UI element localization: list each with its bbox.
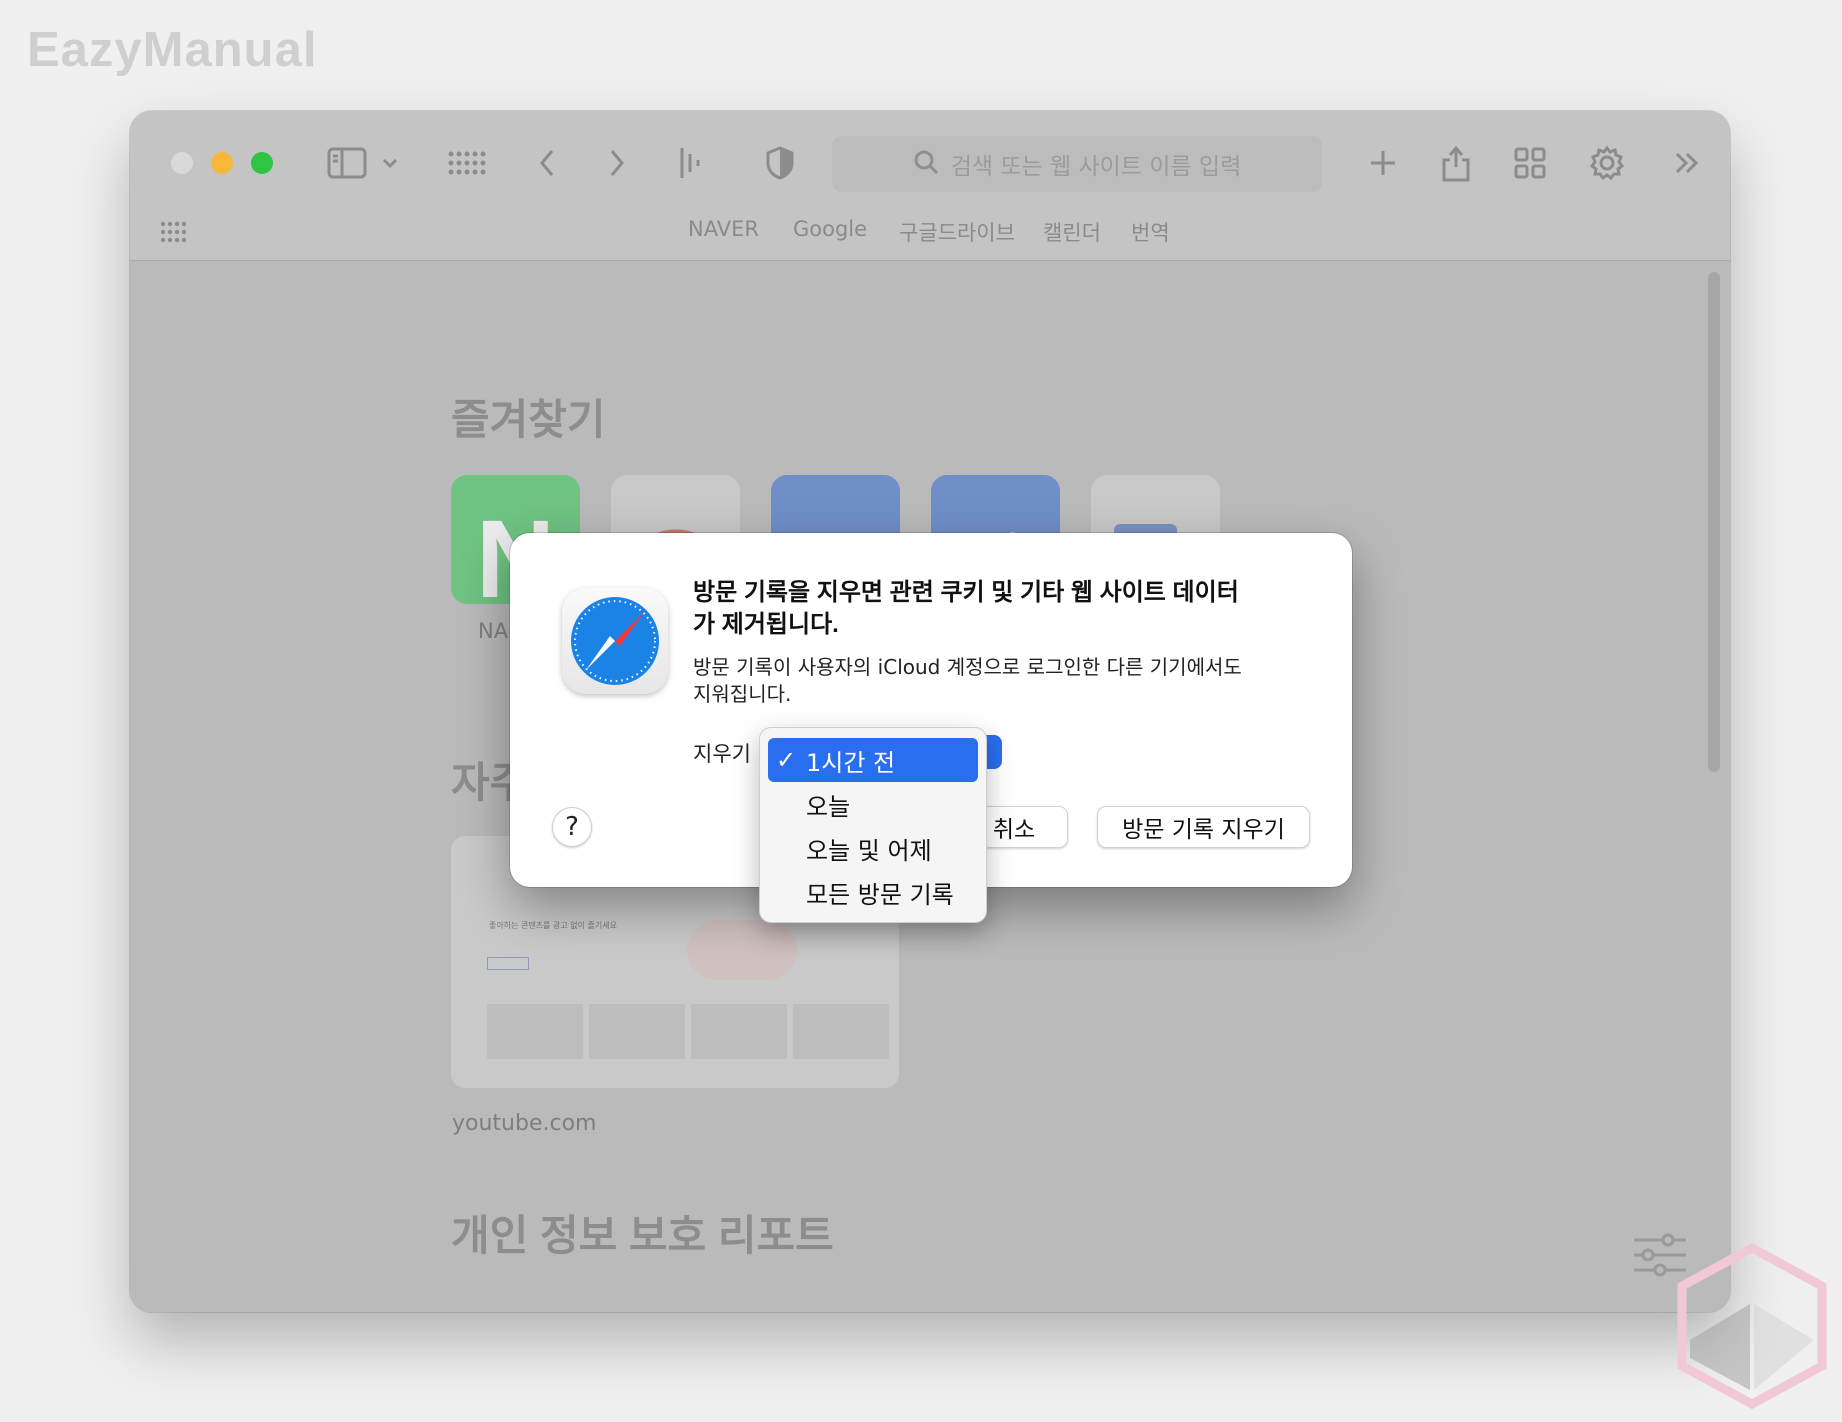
more-chevrons-icon[interactable] <box>1670 141 1704 185</box>
favorites-section-title: 즐겨찾기 <box>451 396 606 443</box>
safari-compass-icon <box>562 588 668 694</box>
dialog-message: 방문 기록이 사용자의 iCloud 계정으로 로그인한 다른 기기에서도 지워… <box>693 655 1242 706</box>
chevron-down-icon[interactable] <box>378 141 402 185</box>
bookmark-naver[interactable]: NAVER <box>688 217 759 241</box>
minimize-window-button[interactable] <box>211 152 233 174</box>
toolbar: 검색 또는 웹 사이트 이름 입력 NAVER Google 구글드라이브 캘린… <box>130 111 1730 261</box>
gear-icon[interactable] <box>1587 141 1627 185</box>
card-button <box>487 957 529 970</box>
brand-watermark: EazyManual <box>27 23 318 77</box>
search-icon <box>913 149 939 179</box>
tab-overview-grid-icon[interactable] <box>445 141 489 185</box>
bookmark-google-drive[interactable]: 구글드라이브 <box>899 217 1015 247</box>
cube-logo-icon <box>1672 1240 1832 1410</box>
privacy-report-title: 개인 정보 보호 리포트 <box>451 1212 834 1259</box>
menu-option-label: 모든 방문 기록 <box>806 880 954 909</box>
share-icon[interactable] <box>1438 141 1474 185</box>
extension-icon[interactable] <box>675 141 705 185</box>
clear-history-button[interactable]: 방문 기록 지우기 <box>1097 806 1310 848</box>
tile-label-naver: NA <box>478 619 509 643</box>
bookmark-google[interactable]: Google <box>793 217 867 241</box>
card-thumb <box>487 1004 583 1059</box>
menu-option-last-hour[interactable]: ✓ 1시간 전 <box>768 738 978 782</box>
search-placeholder: 검색 또는 웹 사이트 이름 입력 <box>950 154 1242 180</box>
help-button[interactable]: ? <box>552 807 592 847</box>
frequent-site-url: youtube.com <box>452 1111 597 1136</box>
clear-range-label: 지우기 <box>693 742 751 766</box>
privacy-shield-icon[interactable] <box>763 141 797 185</box>
card-thumb <box>589 1004 685 1059</box>
bookmark-calendar[interactable]: 캘린더 <box>1043 217 1101 247</box>
bookmark-translate[interactable]: 번역 <box>1131 217 1170 247</box>
card-thumb <box>793 1004 889 1059</box>
back-icon[interactable] <box>532 141 562 185</box>
menu-option-label: 1시간 전 <box>806 748 896 777</box>
favorites-bar: NAVER Google 구글드라이브 캘린더 번역 <box>130 206 1730 261</box>
sidebar-toggle-icon[interactable] <box>325 141 369 185</box>
card-caption: 좋아하는 콘텐츠를 광고 없이 즐기세요 <box>489 921 617 930</box>
dialog-title: 방문 기록을 지우면 관련 쿠키 및 기타 웹 사이트 데이터가 제거됩니다. <box>693 579 1239 638</box>
address-bar[interactable]: 검색 또는 웹 사이트 이름 입력 <box>832 136 1322 192</box>
scrollbar[interactable] <box>1708 272 1720 772</box>
forward-icon[interactable] <box>602 141 632 185</box>
clear-range-menu: ✓ 1시간 전 오늘 오늘 및 어제 모든 방문 기록 <box>759 727 987 923</box>
menu-option-label: 오늘 <box>806 792 851 821</box>
menu-option-all-history[interactable]: 모든 방문 기록 <box>768 870 978 914</box>
checkmark-icon: ✓ <box>776 746 797 774</box>
favorites-grid-icon[interactable] <box>160 221 187 247</box>
menu-option-label: 오늘 및 어제 <box>806 836 932 865</box>
new-tab-plus-icon[interactable] <box>1365 141 1401 185</box>
menu-option-today[interactable]: 오늘 <box>768 782 978 826</box>
card-thumb <box>691 1004 787 1059</box>
tab-grid-icon[interactable] <box>1512 141 1548 185</box>
card-illustration <box>687 920 797 980</box>
menu-option-today-and-yesterday[interactable]: 오늘 및 어제 <box>768 826 978 870</box>
close-window-button[interactable] <box>171 152 193 174</box>
zoom-window-button[interactable] <box>251 152 273 174</box>
